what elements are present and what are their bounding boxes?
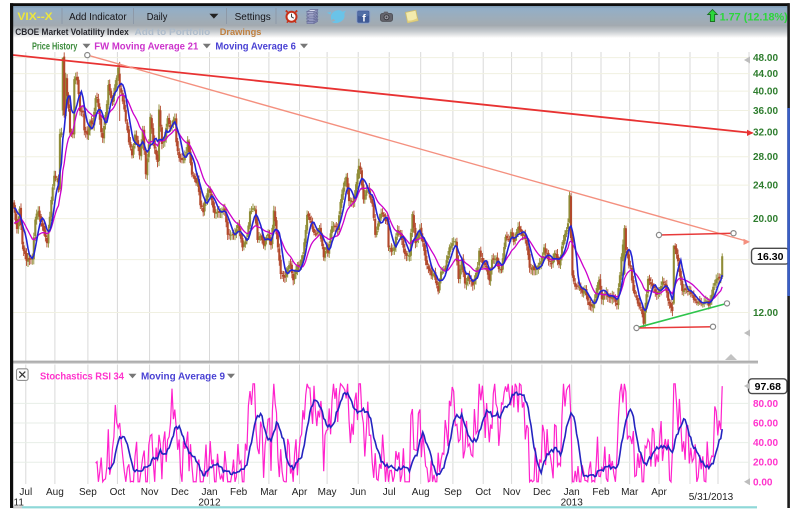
svg-text:Aug: Aug: [46, 487, 64, 498]
svg-text:Apr: Apr: [651, 487, 667, 498]
svg-text:Moving Average 6: Moving Average 6: [215, 42, 296, 53]
svg-text:May: May: [318, 487, 337, 498]
svg-text:Jun: Jun: [350, 487, 366, 498]
svg-text:Stochastics RSI 34: Stochastics RSI 34: [40, 372, 124, 383]
svg-text:Moving Average 9: Moving Average 9: [141, 372, 225, 383]
svg-text:Dec: Dec: [533, 487, 551, 498]
svg-text:f: f: [362, 12, 366, 24]
svg-text:Mar: Mar: [621, 487, 639, 498]
svg-text:Add Indicator: Add Indicator: [69, 11, 127, 23]
svg-text:1.77 (12.18%): 1.77 (12.18%): [720, 12, 789, 24]
svg-text:5/31/2013: 5/31/2013: [689, 492, 734, 503]
svg-text:80.00: 80.00: [753, 399, 778, 410]
svg-text:FW Moving Average 21: FW Moving Average 21: [94, 42, 198, 53]
svg-text:28.00: 28.00: [753, 152, 778, 163]
svg-text:Apr: Apr: [292, 487, 308, 498]
svg-text:Add to Portfolio: Add to Portfolio: [135, 27, 211, 38]
svg-text:32.00: 32.00: [753, 128, 778, 139]
svg-text:Settings: Settings: [235, 11, 271, 23]
svg-text:Daily: Daily: [147, 11, 168, 23]
svg-text:Mar: Mar: [260, 487, 278, 498]
svg-text:Nov: Nov: [141, 487, 159, 498]
svg-text:40.00: 40.00: [753, 87, 778, 98]
svg-text:60.00: 60.00: [753, 419, 778, 430]
svg-text:Aug: Aug: [412, 487, 430, 498]
svg-text:Jul: Jul: [19, 487, 32, 498]
svg-text:36.00: 36.00: [753, 106, 778, 117]
svg-text:0.00: 0.00: [753, 477, 773, 488]
svg-text:97.68: 97.68: [755, 381, 781, 393]
svg-text:CBOE Market Volatility Index: CBOE Market Volatility Index: [15, 27, 129, 38]
svg-text:40.00: 40.00: [753, 438, 778, 449]
svg-text:Sep: Sep: [79, 487, 97, 498]
svg-text:Oct: Oct: [475, 487, 491, 498]
svg-text:Dec: Dec: [171, 487, 189, 498]
svg-text:Oct: Oct: [110, 487, 126, 498]
svg-text:Jan: Jan: [201, 487, 217, 498]
svg-text:44.00: 44.00: [753, 69, 778, 80]
svg-text:12.00: 12.00: [753, 308, 778, 319]
svg-text:20.00: 20.00: [753, 214, 778, 225]
svg-text:Feb: Feb: [592, 487, 610, 498]
svg-text:VIX--X: VIX--X: [17, 11, 53, 23]
svg-text:24.00: 24.00: [753, 181, 778, 192]
svg-text:Jan: Jan: [564, 487, 580, 498]
svg-text:48.00: 48.00: [753, 53, 778, 64]
svg-text:Nov: Nov: [503, 487, 521, 498]
svg-text:Price History: Price History: [32, 42, 78, 53]
svg-text:16.30: 16.30: [757, 251, 783, 263]
svg-text:Feb: Feb: [230, 487, 248, 498]
svg-text:Sep: Sep: [444, 487, 462, 498]
svg-text:Jul: Jul: [383, 487, 396, 498]
svg-text:Drawings: Drawings: [220, 27, 262, 38]
svg-text:20.00: 20.00: [753, 458, 778, 469]
